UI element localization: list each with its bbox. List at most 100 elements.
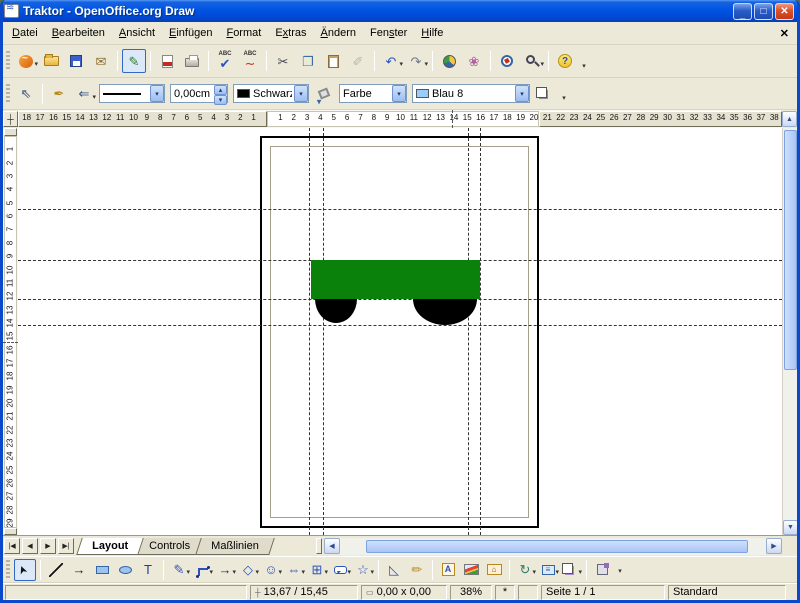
drawing-toolbar-overflow-button[interactable]: ▾ [614,562,626,580]
minimize-button[interactable]: _ [733,3,752,20]
horizontal-ruler[interactable]: 1817161514131211109876543211234567891011… [18,110,782,128]
menu-item-fenster[interactable]: Fenster [363,24,414,42]
guide-line-vertical[interactable] [468,128,469,535]
dropdown-arrow-icon[interactable]: ▾ [392,85,406,102]
close-document-button[interactable]: ✕ [780,27,789,40]
guide-line-horizontal[interactable] [18,209,782,210]
basic-shapes-button[interactable]: ◇▾ [237,559,259,581]
tractor-body[interactable] [311,260,480,299]
first-page-button[interactable]: |◀ [4,538,20,554]
edit-points-button[interactable]: ◺ [383,559,405,581]
dropdown-arrow-icon[interactable]: ▾ [370,568,374,576]
lines-arrows-button[interactable]: →▾ [214,559,236,581]
shadow-button[interactable] [533,82,557,106]
dropdown-arrow-icon[interactable]: ▾ [209,568,213,576]
undo-button[interactable]: ↶▾ [379,49,403,73]
dropdown-arrow-icon[interactable]: ▾ [294,85,308,102]
extrusion-button[interactable] [591,559,613,581]
zoom-button[interactable]: ▾ [520,49,544,73]
horizontal-scrollbar-track[interactable] [340,538,766,555]
status-zoom[interactable]: 38% [450,585,492,600]
toolbar-grip[interactable] [6,84,10,104]
print-button[interactable] [180,49,204,73]
gallery-view-button[interactable] [483,559,505,581]
fill-color-select[interactable]: Blau 8▾ [412,84,530,103]
line-toolbar-overflow-button[interactable]: ▾ [558,89,570,107]
export-pdf-button[interactable] [155,49,179,73]
stars-button[interactable]: ☆▾ [352,559,374,581]
status-position[interactable]: ┼13,67 / 15,45 [250,585,358,600]
help-button[interactable] [553,49,577,73]
dropdown-arrow-icon[interactable]: ▾ [255,568,259,576]
line-button[interactable] [45,559,67,581]
status-blank[interactable] [518,585,538,600]
connector-button[interactable]: ▾ [191,559,213,581]
symbol-shapes-button[interactable]: ☺▾ [260,559,282,581]
rotate-button[interactable]: ↻▾ [514,559,536,581]
rectangle-button[interactable] [91,559,113,581]
next-page-button[interactable]: ▶ [40,538,56,554]
new-button[interactable]: ▾ [14,49,38,73]
align-button[interactable]: ▾ [537,559,559,581]
line-style-select[interactable]: ▾ [99,84,165,103]
arrow-style-button[interactable]: ⇐▾ [72,82,96,106]
title-bar[interactable]: Traktor - OpenOffice.org Draw _ □ ✕ [0,0,800,22]
guide-line-vertical[interactable] [480,128,481,535]
dropdown-arrow-icon[interactable]: ▾ [578,568,582,576]
status-page[interactable]: Seite 1 / 1 [541,585,665,600]
copy-button[interactable]: ❐ [296,49,320,73]
dropdown-arrow-icon[interactable]: ▾ [424,60,428,68]
cut-button[interactable]: ✂ [271,49,295,73]
close-button[interactable]: ✕ [775,3,794,20]
ruler-corner-button[interactable]: ┼ [3,111,18,127]
edit-points-toggle[interactable]: ⇖ [14,82,38,106]
curve-button[interactable]: ✎▾ [168,559,190,581]
scroll-right-button[interactable]: ▶ [766,538,782,554]
drawing-canvas[interactable] [18,128,782,535]
dropdown-arrow-icon[interactable]: ▾ [515,85,529,102]
spellcheck-button[interactable]: ABC✔ [213,49,237,73]
dropdown-arrow-icon[interactable]: ▾ [278,568,282,576]
vertical-ruler[interactable]: 1234567891011121314151617181920212223242… [3,128,18,535]
scroll-left-button[interactable]: ◀ [324,538,340,554]
email-button[interactable]: ✉ [89,49,113,73]
ellipse-button[interactable] [114,559,136,581]
dropdown-arrow-icon[interactable]: ▾ [232,568,236,576]
dropdown-arrow-icon[interactable]: ▾ [301,568,305,576]
maximize-button[interactable]: □ [754,3,773,20]
block-arrows-button[interactable]: ⇔▾ [283,559,305,581]
edit-file-button[interactable]: ✎ [122,49,146,73]
guide-line-horizontal[interactable] [18,299,782,300]
menu-item-ansicht[interactable]: Ansicht [112,24,162,42]
fontwork-button[interactable] [437,559,459,581]
dropdown-arrow-icon[interactable]: ▾ [347,568,351,576]
last-page-button[interactable]: ▶| [58,538,74,554]
from-file-button[interactable] [460,559,482,581]
fill-style-select[interactable]: Farbe▾ [339,84,407,103]
menu-item-hilfe[interactable]: Hilfe [414,24,450,42]
toolbar-grip[interactable] [6,560,10,580]
dropdown-arrow-icon[interactable]: ▾ [555,568,559,576]
status-modified[interactable]: * [495,585,515,600]
pane-splitter[interactable] [316,538,322,554]
menu-item-einfuegen[interactable]: Einfügen [162,24,219,42]
status-size[interactable]: ▭0,00 x 0,00 [361,585,447,600]
guide-line-horizontal[interactable] [18,325,782,326]
dropdown-arrow-icon[interactable]: ▾ [532,568,536,576]
guide-line-vertical[interactable] [323,128,324,535]
glue-points-button[interactable]: ✏ [406,559,428,581]
horizontal-scrollbar-thumb[interactable] [366,540,748,553]
callouts-button[interactable]: ▾ [329,559,351,581]
menu-item-extras[interactable]: Extras [268,24,313,42]
arrange-button[interactable]: ▾ [560,559,582,581]
scroll-down-button[interactable]: ▼ [783,520,798,535]
tab-controls[interactable]: Controls [133,538,205,555]
vertical-scrollbar-thumb[interactable] [784,130,797,370]
status-info[interactable] [5,585,247,600]
status-style[interactable]: Standard [668,585,786,600]
line-width-input[interactable]: 0,00cm▴▾ [170,84,228,103]
horizontal-scrollbar[interactable]: ◀ ▶ [316,537,782,555]
dropdown-arrow-icon[interactable]: ▾ [540,60,544,68]
redo-button[interactable]: ↷▾ [404,49,428,73]
previous-page-button[interactable]: ◀ [22,538,38,554]
